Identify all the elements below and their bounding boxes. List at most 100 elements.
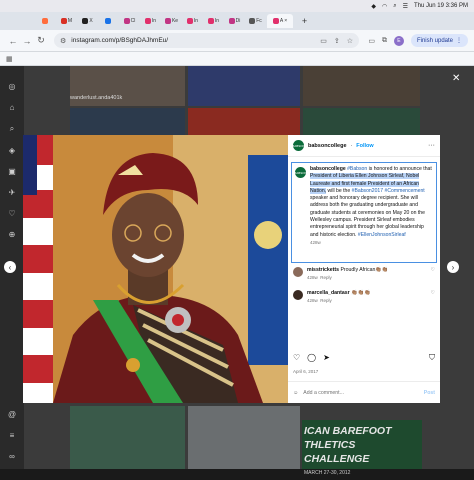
more-options-icon[interactable]: ··· — [428, 142, 435, 149]
reload-icon[interactable]: ↻ — [34, 35, 48, 46]
bg-tile[interactable] — [70, 406, 185, 469]
browser-tab[interactable]: Di — [225, 14, 244, 28]
dropbox-icon[interactable]: ◆ — [371, 3, 376, 10]
instagram-logo-icon[interactable]: ◎ — [9, 82, 16, 91]
bg-tile[interactable] — [303, 66, 420, 106]
post-comment-button[interactable]: Post — [424, 390, 435, 396]
reply-button[interactable]: Reply — [320, 275, 332, 280]
profile-avatar[interactable]: E — [393, 35, 404, 46]
browser-tab[interactable]: A × — [267, 14, 293, 28]
emoji-icon[interactable]: ☺ — [293, 390, 298, 396]
site-info-icon[interactable]: ⚙ — [60, 37, 66, 45]
bg-tile[interactable] — [70, 108, 185, 138]
create-icon[interactable]: ⊕ — [9, 230, 16, 239]
close-modal-icon[interactable]: ✕ — [452, 73, 460, 84]
tab-favicon-icon — [249, 18, 256, 24]
forward-icon[interactable]: → — [20, 36, 34, 46]
tab-favicon-icon — [105, 18, 111, 24]
browser-tab[interactable]: X — [78, 14, 97, 28]
like-comment-icon[interactable]: ♡ — [431, 267, 435, 281]
account-avatar[interactable]: BABSON — [292, 140, 305, 151]
tab-label: A — [279, 18, 284, 24]
system-clock[interactable]: Thu Jun 19 3:36 PM — [414, 3, 468, 9]
next-post-button[interactable]: › — [447, 261, 459, 273]
browser-tab[interactable]: Fc — [246, 14, 265, 28]
caption-avatar[interactable]: BABSON — [294, 167, 307, 178]
system-menubar: ◆ ◠ ⌕ ☰ Thu Jun 19 3:36 PM — [0, 0, 474, 12]
post-image[interactable] — [23, 135, 288, 403]
hashtag-link[interactable]: #Commencement — [385, 188, 425, 194]
comment-icon[interactable]: ◯ — [307, 353, 316, 363]
more-menu-icon[interactable]: ≡ — [10, 431, 15, 440]
tab-label: In — [193, 18, 199, 24]
reels-icon[interactable]: ▣ — [8, 167, 16, 176]
browser-tab[interactable]: Cl — [120, 14, 139, 28]
caption-username[interactable]: babsoncollege — [310, 166, 346, 172]
update-label: Finish update — [416, 37, 453, 44]
url-text[interactable]: instagram.com/p/BSghDAJhmEu/ — [71, 37, 315, 44]
tab-favicon-icon — [228, 18, 235, 24]
comment-item: misstricketts Proudly African👏🏽👏🏽 428w R… — [293, 267, 435, 281]
tab-favicon-icon — [42, 18, 48, 24]
control-center-icon[interactable]: ☰ — [403, 3, 408, 10]
messages-icon[interactable]: ✈ — [9, 188, 16, 197]
caption-text: babsoncollege #Babson is honored to anno… — [310, 166, 433, 239]
apps-grid-icon[interactable]: ▦ — [6, 55, 13, 63]
threads-icon[interactable]: @ — [8, 410, 16, 419]
browser-tab[interactable]: In — [204, 14, 223, 28]
bg-tile[interactable] — [303, 108, 420, 138]
extensions-icon[interactable]: ▭ — [368, 37, 375, 45]
banner-tile[interactable]: ICAN BAREFOOT THLETICS CHALLENGE MARCH 2… — [302, 420, 422, 476]
new-tab-button[interactable]: + — [295, 14, 314, 28]
like-icon[interactable]: ♡ — [293, 353, 300, 363]
comment-avatar[interactable] — [293, 290, 303, 300]
tab-favicon-icon — [272, 18, 279, 24]
home-icon[interactable]: ⌂ — [10, 103, 15, 112]
banner-line-3: MARCH 27-30, 2012 — [304, 470, 351, 476]
bookmark-star-icon[interactable]: ☆ — [347, 37, 353, 45]
comment-username[interactable]: misstricketts — [307, 267, 339, 273]
meta-icon[interactable]: ∞ — [9, 452, 15, 461]
share-icon[interactable]: ➤ — [323, 353, 330, 363]
hashtag-link[interactable]: #Babson2017 — [352, 188, 383, 194]
hashtag-link[interactable]: #Babson — [347, 166, 367, 172]
follow-button[interactable]: Follow — [356, 143, 373, 149]
tab-label: X — [89, 18, 93, 24]
reply-button[interactable]: Reply — [320, 298, 332, 303]
like-comment-icon[interactable]: ♡ — [431, 290, 435, 304]
bg-tile-caption: wanderlust.anda401k — [70, 95, 123, 101]
install-icon[interactable]: ▭ — [320, 37, 327, 45]
search-icon[interactable]: ⌕ — [10, 124, 14, 134]
browser-tab[interactable]: In — [141, 14, 160, 28]
add-comment-input[interactable]: Add a comment... — [303, 390, 344, 396]
tab-strip: M X Cl In Ke In In Di Fc A × + — [0, 12, 474, 30]
post-header: BABSON babsoncollege · Follow ··· — [288, 135, 440, 157]
tab-favicon-icon — [60, 18, 67, 24]
wifi-icon[interactable]: ◠ — [382, 3, 387, 10]
comment-age: 428w — [307, 275, 318, 280]
finish-update-button[interactable]: Finish update ⋮ — [410, 34, 468, 47]
browser-tab[interactable] — [99, 14, 118, 28]
bg-tile[interactable] — [188, 108, 300, 138]
back-icon[interactable]: ← — [6, 36, 20, 46]
address-bar[interactable]: ⚙ instagram.com/p/BSghDAJhmEu/ ▭ ⇪ ☆ — [54, 33, 359, 48]
share-icon[interactable]: ⇪ — [334, 37, 340, 45]
explore-icon[interactable]: ◈ — [9, 146, 15, 155]
bg-tile[interactable] — [188, 66, 300, 106]
post-username[interactable]: babsoncollege — [308, 143, 347, 149]
browser-tab[interactable]: M — [57, 14, 76, 28]
comment-avatar[interactable] — [293, 267, 303, 277]
close-tab-icon[interactable]: × — [284, 18, 287, 24]
browser-tab[interactable]: Ke — [162, 14, 181, 28]
puzzle-icon[interactable]: ⧉ — [382, 37, 387, 45]
hashtag-link[interactable]: #EllenJohnsonSirleaf — [358, 232, 406, 238]
post-date: April 6, 2017 — [293, 369, 319, 374]
comment-username[interactable]: marcella_dantasr — [307, 290, 350, 296]
notifications-icon[interactable]: ♡ — [8, 209, 15, 218]
save-icon[interactable]: ⛉ — [429, 353, 435, 363]
bg-tile[interactable] — [188, 406, 300, 469]
search-icon[interactable]: ⌕ — [393, 3, 396, 10]
browser-tab[interactable]: In — [183, 14, 202, 28]
prev-post-button[interactable]: ‹ — [4, 261, 16, 273]
browser-tab[interactable] — [36, 14, 55, 28]
